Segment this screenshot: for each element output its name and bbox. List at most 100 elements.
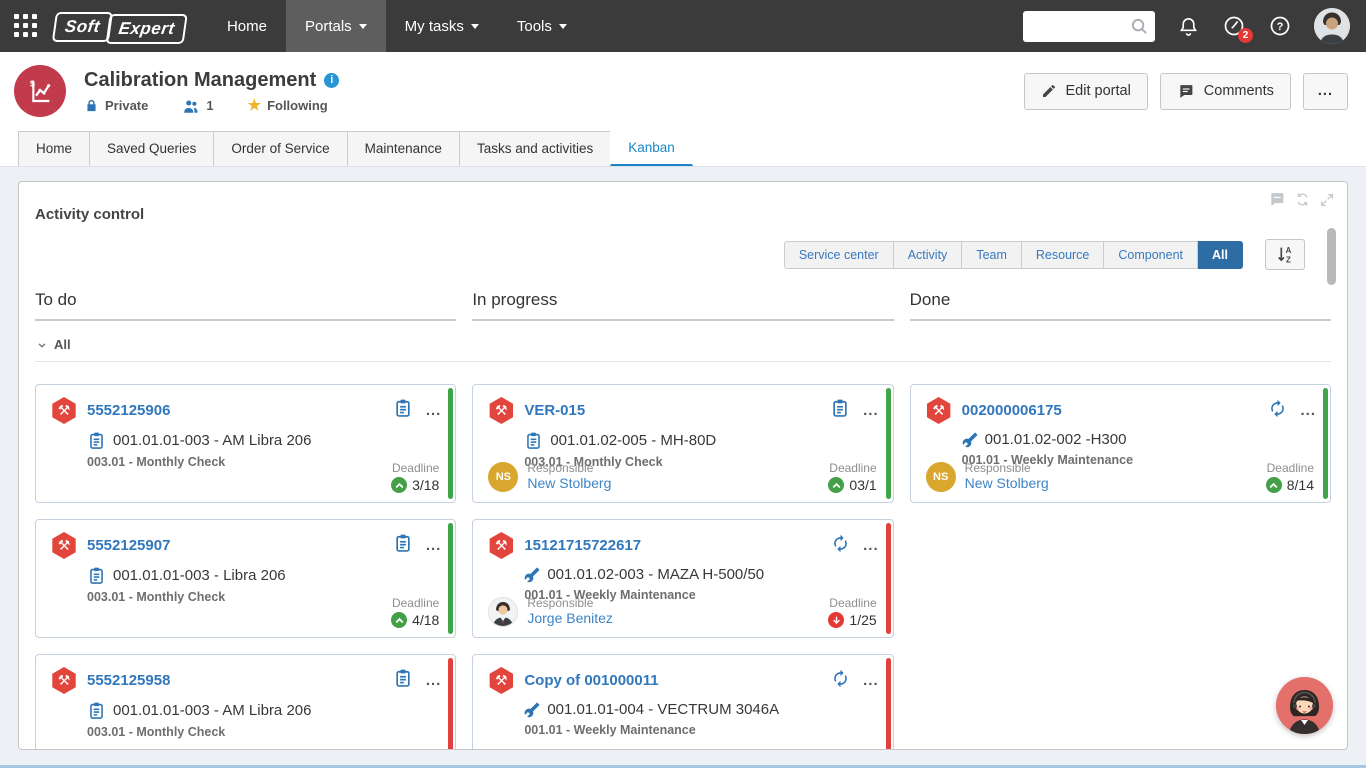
card-menu-button[interactable]: ...: [426, 406, 442, 416]
tab-maintenance[interactable]: Maintenance: [347, 131, 460, 166]
notifications-bell-icon[interactable]: [1177, 15, 1200, 38]
kanban-card[interactable]: ⚒ 5552125958 ... 001.01.01-003 - AM Libr…: [35, 654, 456, 750]
kanban-card[interactable]: ⚒ VER-015 ... 001.01.02-005 - MH-80D 003…: [472, 384, 893, 503]
kanban-filter-group: Service centerActivityTeamResourceCompon…: [784, 241, 1243, 269]
card-title-link[interactable]: 5552125958: [87, 672, 170, 689]
kanban-card[interactable]: ⚒ Copy of 001000011 ... 001.01.01-004 - …: [472, 654, 893, 750]
clipboard-icon: [87, 701, 106, 720]
logo-soft: Soft: [52, 11, 113, 41]
wrench-icon: [524, 567, 540, 583]
card-menu-button[interactable]: ...: [863, 406, 879, 416]
lock-icon: [84, 98, 99, 113]
card-top-action[interactable]: [830, 398, 850, 423]
user-avatar[interactable]: [1314, 8, 1350, 44]
deadline-label: Deadline: [829, 749, 876, 750]
card-top-action[interactable]: [393, 533, 413, 558]
deadline-block: Deadline 1/25: [828, 596, 876, 628]
filter-row: Service centerActivityTeamResourceCompon…: [35, 239, 1331, 270]
card-menu-button[interactable]: ...: [426, 676, 442, 686]
following-toggle[interactable]: ★ Following: [248, 98, 328, 113]
top-navbar: Soft Expert Home Portals My tasks Tools …: [0, 0, 1366, 52]
tab-tasks-and-activities[interactable]: Tasks and activities: [459, 131, 611, 166]
support-chat-widget[interactable]: [1276, 677, 1333, 734]
card-title-link[interactable]: VER-015: [524, 402, 585, 419]
panel-comment-icon[interactable]: [1268, 191, 1286, 208]
sync-icon: [831, 534, 850, 553]
card-item-text: 001.01.01-004 - VECTRUM 3046A: [547, 701, 779, 718]
card-title-link[interactable]: 5552125907: [87, 537, 170, 554]
nav-tools[interactable]: Tools: [498, 0, 586, 52]
clipboard-icon: [393, 398, 413, 418]
comments-button[interactable]: Comments: [1160, 73, 1291, 110]
card-menu-button[interactable]: ...: [1300, 406, 1316, 416]
filter-activity[interactable]: Activity: [894, 241, 963, 269]
card-menu-button[interactable]: ...: [863, 541, 879, 551]
card-item-text: 001.01.02-002 -H300: [985, 431, 1127, 448]
sort-button[interactable]: AZ: [1265, 239, 1305, 270]
card-item-text: 001.01.01-003 - AM Libra 206: [113, 702, 311, 719]
card-top-action[interactable]: [393, 668, 413, 693]
help-icon[interactable]: ?: [1268, 14, 1292, 38]
app-grid-icon[interactable]: [14, 14, 38, 38]
pencil-icon: [1041, 83, 1057, 99]
card-title-link[interactable]: 002000006175: [962, 402, 1062, 419]
deadline-block: Deadline: [829, 749, 876, 750]
tab-order-of-service[interactable]: Order of Service: [213, 131, 347, 166]
softexpert-logo[interactable]: Soft Expert: [52, 9, 189, 44]
portal-content: Activity control Service centerActivityT…: [0, 167, 1366, 761]
card-menu-button[interactable]: ...: [426, 541, 442, 551]
card-top-action[interactable]: [393, 398, 413, 423]
responsible-name-link[interactable]: New Stolberg: [527, 475, 611, 491]
clipboard-icon: [830, 398, 850, 418]
expand-icon[interactable]: [1319, 192, 1335, 208]
clipboard-icon: [87, 431, 106, 450]
edit-portal-button[interactable]: Edit portal: [1024, 73, 1148, 110]
kanban-card[interactable]: ⚒ 5552125907 ... 001.01.01-003 - Libra 2…: [35, 519, 456, 638]
card-top-action[interactable]: [1268, 399, 1287, 423]
filter-all[interactable]: All: [1198, 241, 1243, 269]
card-item-text: 001.01.01-003 - Libra 206: [113, 567, 286, 584]
filter-team[interactable]: Team: [962, 241, 1022, 269]
nav-home[interactable]: Home: [208, 0, 286, 52]
filter-component[interactable]: Component: [1104, 241, 1198, 269]
search-icon[interactable]: [1130, 17, 1149, 36]
filter-service-center[interactable]: Service center: [784, 241, 894, 269]
nav-portals[interactable]: Portals: [286, 0, 386, 52]
deadline-value: 8/14: [1287, 477, 1314, 493]
refresh-icon[interactable]: [1294, 191, 1311, 208]
star-icon: ★: [248, 98, 261, 113]
kanban-column-to-do: ⚒ 5552125906 ... 001.01.01-003 - AM Libr…: [35, 384, 456, 750]
card-item-text: 001.01.01-003 - AM Libra 206: [113, 432, 311, 449]
monitoring-gauge-icon[interactable]: 2: [1222, 14, 1246, 38]
responsible-name-link[interactable]: Jorge Benitez: [527, 610, 613, 626]
panel-title: Activity control: [35, 206, 1331, 223]
members-count[interactable]: 1: [182, 98, 213, 114]
card-title-link[interactable]: 5552125906: [87, 402, 170, 419]
kanban-card[interactable]: ⚒ 15121715722617 ... 001.01.02-003 - MAZ…: [472, 519, 893, 638]
clipboard-icon: [87, 566, 106, 585]
chevron-down-icon: [359, 24, 367, 29]
tab-saved-queries[interactable]: Saved Queries: [89, 131, 214, 166]
card-top-action[interactable]: [831, 534, 850, 558]
kanban-card[interactable]: ⚒ 5552125906 ... 001.01.01-003 - AM Libr…: [35, 384, 456, 503]
card-title-link[interactable]: Copy of 001000011: [524, 672, 658, 689]
tab-home[interactable]: Home: [18, 131, 90, 166]
nav-my-tasks[interactable]: My tasks: [386, 0, 498, 52]
activity-hammer-icon: ⚒: [488, 532, 514, 559]
card-item-text: 001.01.02-005 - MH-80D: [550, 432, 716, 449]
panel-scrollbar-thumb[interactable]: [1327, 228, 1336, 285]
responsible-block: NS Responsible New Stolberg: [488, 461, 611, 493]
card-top-action[interactable]: [831, 669, 850, 693]
tab-kanban[interactable]: Kanban: [610, 130, 693, 166]
filter-resource[interactable]: Resource: [1022, 241, 1105, 269]
card-menu-button[interactable]: ...: [863, 676, 879, 686]
info-icon[interactable]: i: [324, 73, 339, 88]
responsible-name-link[interactable]: New Stolberg: [965, 475, 1049, 491]
group-divider: [35, 361, 1331, 362]
more-options-button[interactable]: ...: [1303, 73, 1348, 110]
activity-hammer-icon: ⚒: [51, 397, 77, 424]
kanban-card[interactable]: ⚒ 002000006175 ... 001.01.02-002 -H300 0…: [910, 384, 1331, 503]
group-toggle-all[interactable]: All: [35, 337, 1331, 352]
card-title-link[interactable]: 15121715722617: [524, 537, 641, 554]
portal-tabs: Home Saved Queries Order of Service Main…: [0, 126, 1366, 167]
